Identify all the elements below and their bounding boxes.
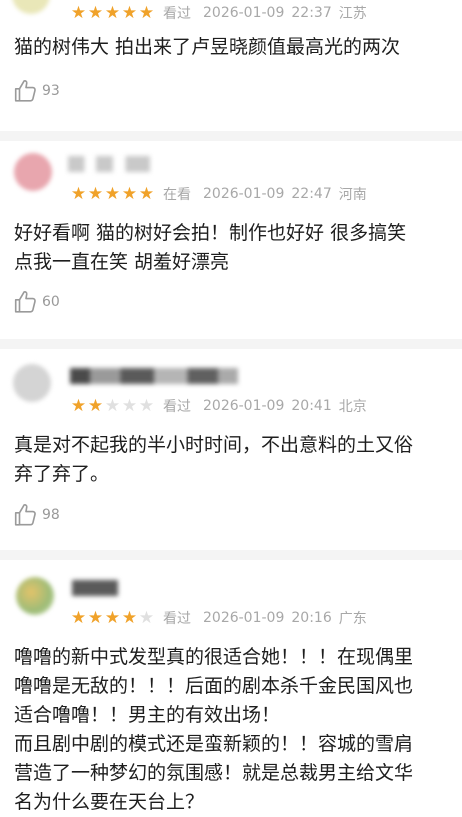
star-icon: ★	[87, 395, 104, 416]
comment-line: 真是对不起我的半小时时间，不出意料的土又俗	[14, 434, 414, 456]
avatar[interactable]	[13, 364, 51, 402]
comment-line: 名为什么要在天台上？	[14, 791, 205, 813]
comment-line: 适合噜噜！！男主的有效出场！	[14, 704, 281, 726]
like-count: 98	[42, 507, 60, 523]
star-icon: ★	[138, 2, 155, 23]
comment-meta: ★ ★ ★ ★ ★ 在看 2026-01-09 22:47 河南	[70, 184, 367, 204]
comment-location: 北京	[338, 399, 367, 415]
section-separator	[0, 550, 462, 560]
star-icon: ★	[70, 2, 87, 23]
star-icon: ★	[87, 183, 104, 204]
comment-date: 2026-01-09	[203, 5, 285, 21]
username	[68, 156, 150, 172]
comment-meta: ★ ★ ★ ★ ★ 看过 2026-01-09 20:16 广东	[70, 608, 367, 628]
watch-status: 在看	[163, 187, 191, 203]
like-button[interactable]: 60	[13, 288, 60, 316]
comment-line: 猫的树伟大 拍出来了卢昱晓颜值最高光的两次	[14, 36, 401, 58]
thumb-up-icon	[14, 80, 36, 102]
star-icon: ★	[70, 607, 87, 628]
comment-meta: ★ ★ ★ ★ ★ 看过 2026-01-09 22:37 江苏	[70, 3, 367, 23]
star-icon: ★	[104, 395, 121, 416]
comment-line: 点我一直在笑 胡羞好漂亮	[14, 251, 230, 273]
watch-status: 看过	[163, 611, 191, 627]
comment-location: 江苏	[338, 6, 367, 22]
comment-time: 22:37	[291, 5, 332, 21]
comment-date: 2026-01-09	[203, 610, 285, 626]
like-button[interactable]: 98	[13, 501, 60, 529]
like-count: 93	[42, 83, 60, 99]
comment-line: 噜噜的新中式发型真的很适合她！！！在现偶里	[14, 646, 414, 668]
star-icon: ★	[121, 183, 138, 204]
star-icon: ★	[104, 607, 121, 628]
star-icon: ★	[138, 183, 155, 204]
watch-status: 看过	[163, 399, 191, 415]
star-icon: ★	[104, 183, 121, 204]
comment-location: 广东	[338, 611, 367, 627]
comment-date: 2026-01-09	[203, 398, 285, 414]
comment-line: 弃了弃了。	[14, 463, 110, 485]
star-icon: ★	[121, 2, 138, 23]
star-icon: ★	[87, 2, 104, 23]
thumb-up-icon	[14, 504, 36, 526]
avatar[interactable]	[14, 153, 52, 191]
star-icon: ★	[70, 395, 87, 416]
star-icon: ★	[87, 607, 104, 628]
rating-stars: ★ ★ ★ ★ ★	[70, 183, 155, 204]
username	[70, 368, 238, 384]
comment-body: 真是对不起我的半小时时间，不出意料的土又俗 弃了弃了。	[14, 431, 462, 489]
comment-body: 猫的树伟大 拍出来了卢昱晓颜值最高光的两次	[14, 33, 462, 62]
comment-body: 噜噜的新中式发型真的很适合她！！！在现偶里 噜噜是无敌的！！！后面的剧本杀千金民…	[14, 643, 462, 817]
star-icon: ★	[138, 395, 155, 416]
comment-line: 好好看啊 猫的树好会拍！制作也好好 很多搞笑	[14, 222, 407, 244]
comment-date: 2026-01-09	[203, 186, 285, 202]
comment-meta: ★ ★ ★ ★ ★ 看过 2026-01-09 20:41 北京	[70, 396, 367, 416]
comment-time: 20:16	[291, 610, 332, 626]
comment-line: 噜噜是无敌的！！！后面的剧本杀千金民国风也	[14, 675, 414, 697]
star-icon: ★	[104, 2, 121, 23]
comment-body: 好好看啊 猫的树好会拍！制作也好好 很多搞笑 点我一直在笑 胡羞好漂亮	[14, 219, 462, 277]
star-icon: ★	[138, 607, 155, 628]
section-separator	[0, 339, 462, 349]
rating-stars: ★ ★ ★ ★ ★	[70, 395, 155, 416]
username	[72, 580, 118, 596]
comment-time: 22:47	[291, 186, 332, 202]
comment-line: 营造了一种梦幻的氛围感！就是总裁男主给文华	[14, 762, 414, 784]
like-count: 60	[42, 294, 60, 310]
star-icon: ★	[70, 183, 87, 204]
comment-line: 而且剧中剧的模式还是蛮新颖的！！容城的雪肩	[14, 733, 414, 755]
avatar[interactable]	[12, 0, 50, 14]
thumb-up-icon	[14, 291, 36, 313]
star-icon: ★	[121, 395, 138, 416]
watch-status: 看过	[163, 6, 191, 22]
comment-location: 河南	[338, 187, 367, 203]
rating-stars: ★ ★ ★ ★ ★	[70, 607, 155, 628]
star-icon: ★	[121, 607, 138, 628]
section-separator	[0, 131, 462, 141]
like-button[interactable]: 93	[13, 77, 60, 105]
avatar[interactable]	[16, 577, 54, 615]
rating-stars: ★ ★ ★ ★ ★	[70, 2, 155, 23]
comment-time: 20:41	[291, 398, 332, 414]
